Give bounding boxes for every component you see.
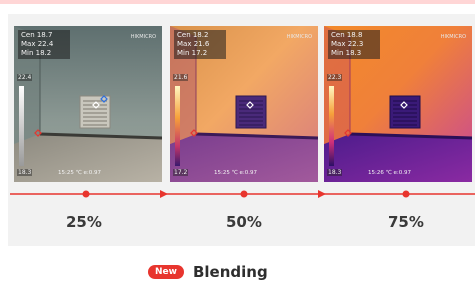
temperature-readout: Cen 18.2 Max 21.6 Min 17.2 [174, 30, 226, 59]
feature-caption: New Blending [148, 262, 268, 282]
temperature-readout: Cen 18.7 Max 22.4 Min 18.2 [18, 30, 70, 59]
min-temp: Min 17.2 [177, 49, 208, 57]
scale-max-label: 22.4 [17, 74, 33, 81]
status-bar: 15:26 ℃ e:0.97 [368, 170, 412, 176]
timeline-marker-75[interactable] [402, 190, 410, 198]
blend-percent-50: 50% [226, 213, 262, 231]
scale-min-label: 18.3 [17, 169, 33, 176]
center-temp: Cen 18.2 [177, 31, 209, 39]
blend-timeline[interactable] [0, 186, 475, 202]
min-temp: Min 18.2 [21, 49, 52, 57]
scale-min-label: 18.3 [327, 169, 343, 176]
status-bar: 15:25 ℃ e:0.97 [214, 170, 258, 176]
arrow-right-icon [160, 190, 168, 198]
top-divider [0, 0, 475, 4]
max-temp: Max 22.3 [331, 40, 364, 48]
scale-max-label: 21.6 [173, 74, 189, 81]
max-temp: Max 22.4 [21, 40, 54, 48]
scale-max-label: 22.3 [327, 74, 343, 81]
temperature-readout: Cen 18.8 Max 22.3 Min 18.3 [328, 30, 380, 59]
thermal-frame-75[interactable]: Cen 18.8 Max 22.3 Min 18.3 HIKMICRO 22.3… [324, 26, 472, 182]
max-temp: Max 21.6 [177, 40, 210, 48]
min-temp: Min 18.3 [331, 49, 362, 57]
feature-title: Blending [192, 263, 268, 281]
brand-watermark: HIKMICRO [440, 34, 466, 40]
timeline-marker-50[interactable] [240, 190, 248, 198]
center-temp: Cen 18.7 [21, 31, 53, 39]
brand-watermark: HIKMICRO [286, 34, 312, 40]
thermal-frame-25[interactable]: Cen 18.7 Max 22.4 Min 18.2 HIKMICRO 22.4… [14, 26, 162, 182]
scale-min-label: 17.2 [173, 169, 189, 176]
thermal-frame-50[interactable]: Cen 18.2 Max 21.6 Min 17.2 HIKMICRO 21.6… [170, 26, 318, 182]
arrow-right-icon [318, 190, 326, 198]
new-badge: New [148, 265, 184, 279]
blend-percent-25: 25% [66, 213, 102, 231]
center-temp: Cen 18.8 [331, 31, 363, 39]
thermal-frames: Cen 18.7 Max 22.4 Min 18.2 HIKMICRO 22.4… [14, 26, 475, 182]
timeline-marker-25[interactable] [82, 190, 90, 198]
blend-percent-75: 75% [388, 213, 424, 231]
status-bar: 15:25 ℃ e:0.97 [58, 170, 102, 176]
brand-watermark: HIKMICRO [130, 34, 156, 40]
